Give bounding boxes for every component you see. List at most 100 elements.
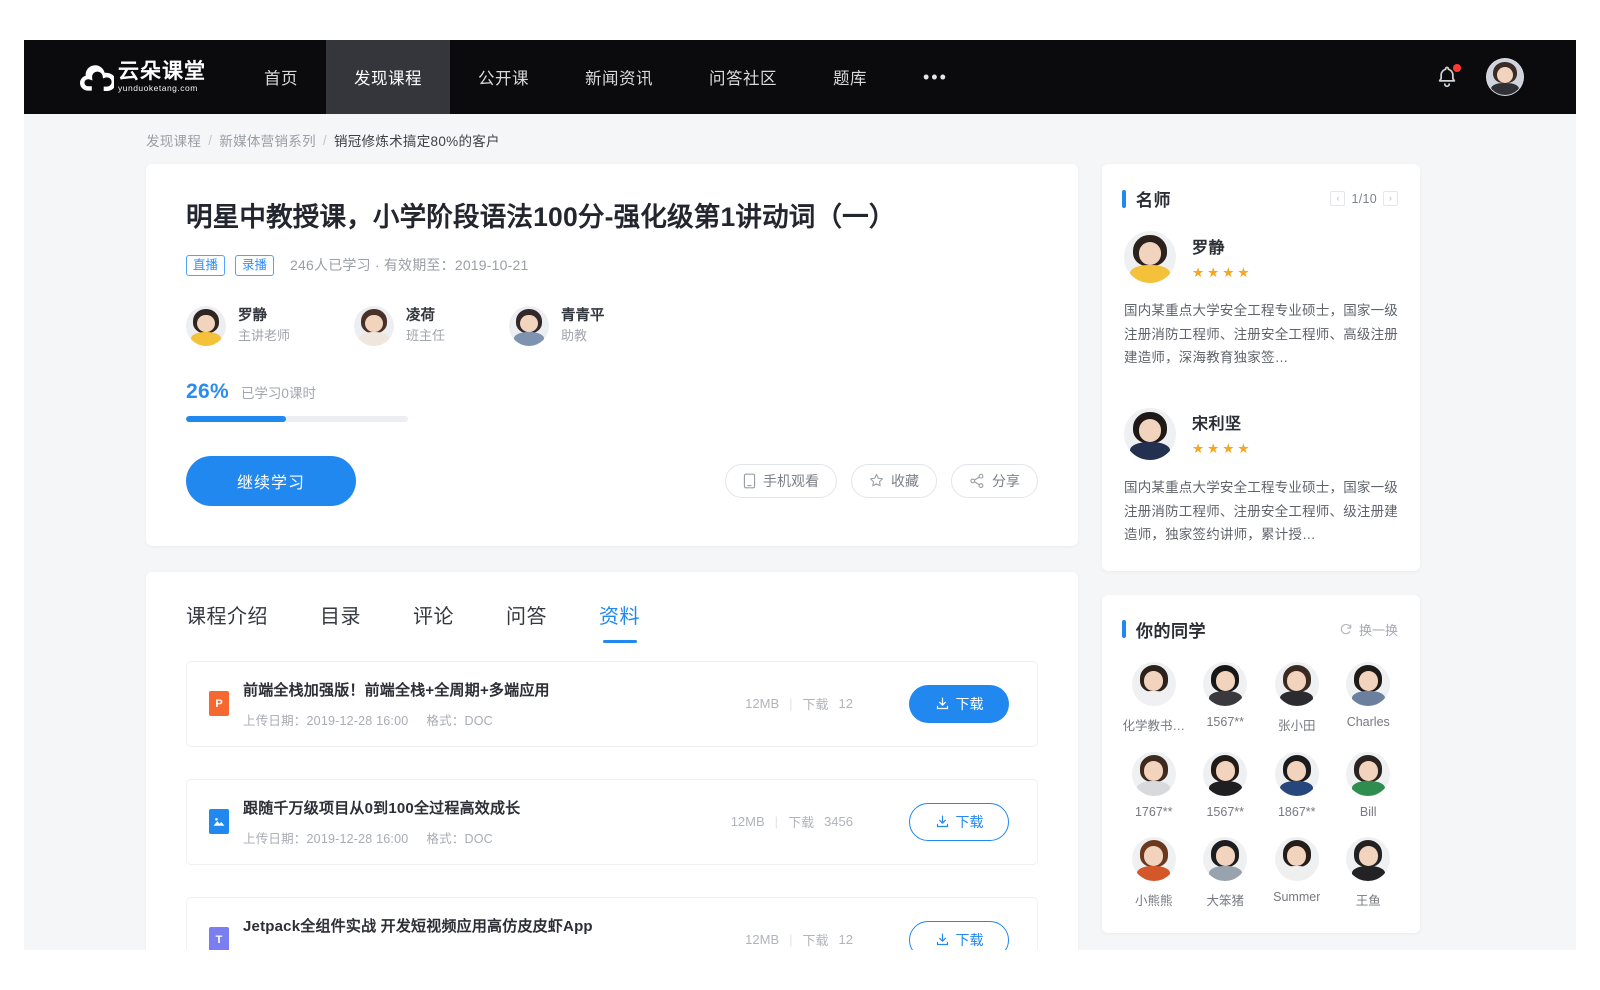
action-row: 继续学习 手机观看: [186, 456, 1038, 506]
avatar: [1203, 837, 1247, 881]
resource-row[interactable]: 跟随千万级项目从0到100全过程高效成长 上传日期：2019-12-28 16:…: [186, 779, 1038, 865]
resource-stats: 12MB | 下载 3456: [731, 812, 853, 831]
nav-item-news[interactable]: 新闻资讯: [557, 40, 681, 114]
avatar: [1275, 662, 1319, 706]
teacher-name: 宋利坚: [1192, 410, 1249, 434]
app-canvas: 云朵课堂 yunduoketang.com 首页 发现课程 公开课 新闻资讯 问…: [24, 40, 1576, 950]
classmate-item[interactable]: Charles: [1333, 662, 1405, 734]
teacher-role: 主讲老师: [238, 327, 290, 345]
resource-row[interactable]: P 前端全栈加强版！前端全栈+全周期+多端应用 上传日期：2019-12-28 …: [186, 661, 1038, 747]
avatar: [1132, 837, 1176, 881]
course-hero-card: 明星中教授课，小学阶段语法100分-强化级第1讲动词（一） 直播 录播 246人…: [146, 164, 1078, 546]
pager-prev-button[interactable]: ‹: [1330, 191, 1345, 206]
teacher-profile[interactable]: 宋利坚 ★ ★ ★ ★ 国内某重点大学安全工程专业硕士，国家一级注册消防工程师、…: [1102, 408, 1420, 547]
teacher-profile[interactable]: 罗静 ★ ★ ★ ★ 国内某重点大学安全工程专业硕士，国家一级注册消防工程师、注…: [1102, 231, 1420, 370]
classmates-panel: 你的同学 换一换 化学教书…1567**张小田Charles1767**1567…: [1102, 595, 1420, 933]
tab-bar: 课程介绍 目录 评论 问答 资料: [146, 572, 1078, 645]
classmate-item[interactable]: 小熊熊: [1118, 837, 1190, 909]
favorite-button[interactable]: 收藏: [851, 464, 937, 498]
classmate-item[interactable]: Bill: [1333, 752, 1405, 819]
tab-comments[interactable]: 评论: [413, 600, 454, 645]
breadcrumb-item-1[interactable]: 新媒体营销系列: [219, 130, 316, 150]
breadcrumb: 发现课程 / 新媒体营销系列 / 销冠修炼术搞定80%的客户: [24, 114, 1576, 164]
classmate-name: Summer: [1273, 890, 1320, 904]
classmate-name: 1567**: [1206, 805, 1244, 819]
resource-row[interactable]: T Jetpack全组件实战 开发短视频应用高仿皮皮虾App 上传日期：2019…: [186, 897, 1038, 950]
star-icon: ★: [1192, 265, 1204, 281]
teacher-profile-head: 罗静 ★ ★ ★ ★: [1124, 231, 1398, 283]
nav-item-qa-community[interactable]: 问答社区: [681, 40, 805, 114]
avatar: [1346, 837, 1390, 881]
resource-list: P 前端全栈加强版！前端全栈+全周期+多端应用 上传日期：2019-12-28 …: [146, 645, 1078, 950]
avatar: [1275, 837, 1319, 881]
avatar: [1132, 752, 1176, 796]
avatar: [1203, 752, 1247, 796]
brand-text: 云朵课堂 yunduoketang.com: [118, 61, 206, 94]
course-title: 明星中教授课，小学阶段语法100分-强化级第1讲动词（一）: [186, 200, 1038, 236]
classmate-item[interactable]: 化学教书…: [1118, 662, 1190, 734]
cloud-icon: [80, 64, 114, 94]
star-icon: ★: [1207, 441, 1219, 457]
stat-divider: |: [775, 814, 778, 829]
tag-recorded: 录播: [235, 255, 274, 276]
panel-spacer: [1102, 370, 1420, 408]
share-label: 分享: [992, 471, 1020, 491]
refresh-label: 换一换: [1359, 620, 1398, 639]
panel-header: 名师 ‹ 1/10 ›: [1102, 186, 1420, 211]
classmate-item[interactable]: 1567**: [1190, 752, 1262, 819]
panel-header: 你的同学 换一换: [1102, 617, 1420, 642]
nav-item-more[interactable]: •••: [895, 40, 976, 114]
teachers-pager: ‹ 1/10 ›: [1330, 191, 1398, 206]
brand-logo[interactable]: 云朵课堂 yunduoketang.com: [24, 40, 236, 114]
classmate-item[interactable]: 大笨猪: [1190, 837, 1262, 909]
nav-item-discover-courses[interactable]: 发现课程: [326, 40, 450, 114]
rating-stars: ★ ★ ★ ★: [1192, 265, 1249, 281]
resource-title: 前端全栈加强版！前端全栈+全周期+多端应用: [243, 679, 745, 700]
teacher-name: 青青平: [561, 307, 605, 325]
user-avatar-button[interactable]: [1486, 58, 1524, 96]
continue-learning-button[interactable]: 继续学习: [186, 456, 356, 506]
format-value: DOC: [465, 832, 493, 846]
download-count-label: 下载: [803, 930, 829, 949]
avatar: [1132, 662, 1176, 706]
pager-next-button[interactable]: ›: [1383, 191, 1398, 206]
teacher-main[interactable]: 罗静 主讲老师: [186, 306, 290, 346]
upload-label: 上传日期：: [243, 714, 307, 728]
classmate-item[interactable]: 张小田: [1261, 662, 1333, 734]
progress-block: 26% 已学习0课时: [186, 380, 1038, 422]
avatar: [354, 306, 394, 346]
download-count-label: 下载: [788, 812, 814, 831]
nav-item-home[interactable]: 首页: [236, 40, 326, 114]
classmate-item[interactable]: Summer: [1261, 837, 1333, 909]
download-button[interactable]: 下载: [909, 921, 1009, 950]
share-button[interactable]: 分享: [951, 464, 1038, 498]
tab-materials[interactable]: 资料: [599, 600, 640, 645]
classmate-item[interactable]: 王鱼: [1333, 837, 1405, 909]
classmate-name: 化学教书…: [1122, 715, 1185, 734]
breadcrumb-item-0[interactable]: 发现课程: [146, 130, 201, 150]
avatar: [1346, 752, 1390, 796]
classmate-name: 小熊熊: [1135, 890, 1173, 909]
course-detail-card: 课程介绍 目录 评论 问答 资料 P 前端全栈加强版！前端全栈+全周期+多端应用: [146, 572, 1078, 950]
nav-item-open-class[interactable]: 公开课: [450, 40, 557, 114]
classmate-item[interactable]: 1567**: [1190, 662, 1262, 734]
star-icon: ★: [1207, 265, 1219, 281]
download-button[interactable]: 下载: [909, 803, 1009, 841]
download-icon: [935, 932, 950, 947]
refresh-classmates-button[interactable]: 换一换: [1339, 620, 1398, 639]
progress-head: 26% 已学习0课时: [186, 380, 1038, 404]
teacher-headteacher[interactable]: 凌荷 班主任: [354, 306, 445, 346]
teacher-assistant[interactable]: 青青平 助教: [509, 306, 605, 346]
tab-course-intro[interactable]: 课程介绍: [186, 600, 268, 645]
download-icon: [935, 814, 950, 829]
watch-on-mobile-button[interactable]: 手机观看: [725, 464, 837, 498]
download-button[interactable]: 下载: [909, 685, 1009, 723]
classmate-name: 张小田: [1278, 715, 1316, 734]
star-icon: ★: [1222, 265, 1234, 281]
classmate-item[interactable]: 1867**: [1261, 752, 1333, 819]
notification-bell-button[interactable]: [1434, 64, 1460, 90]
nav-item-question-bank[interactable]: 题库: [805, 40, 895, 114]
classmate-item[interactable]: 1767**: [1118, 752, 1190, 819]
tab-qa[interactable]: 问答: [506, 600, 547, 645]
tab-catalog[interactable]: 目录: [320, 600, 361, 645]
